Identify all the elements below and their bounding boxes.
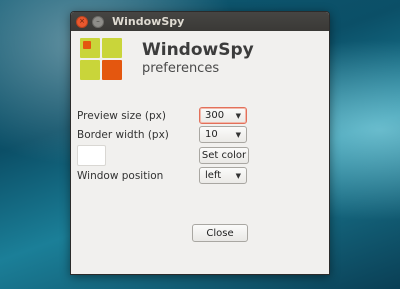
window-position-dropdown[interactable]: left ▼	[199, 167, 247, 184]
set-color-button[interactable]: Set color	[199, 147, 249, 164]
border-width-dropdown[interactable]: 10 ▼	[199, 126, 247, 143]
chevron-down-icon: ▼	[235, 171, 241, 180]
preview-size-label: Preview size (px)	[77, 110, 166, 122]
titlebar: × – WindowSpy	[71, 12, 329, 31]
preferences-window: × – WindowSpy WindowSpy preferences Prev…	[70, 11, 330, 275]
window-position-value: left	[205, 170, 222, 181]
border-width-value: 10	[205, 129, 218, 140]
close-window-icon[interactable]: ×	[76, 15, 88, 28]
app-logo-icon	[80, 38, 124, 82]
app-subtitle: preferences	[142, 61, 220, 76]
preview-size-value: 300	[205, 110, 225, 121]
window-position-label: Window position	[77, 170, 164, 182]
border-width-label: Border width (px)	[77, 129, 169, 141]
chevron-down-icon: ▼	[235, 130, 241, 139]
close-button[interactable]: Close	[192, 224, 248, 242]
chevron-down-icon: ▼	[235, 111, 241, 120]
minimize-window-icon[interactable]: –	[92, 15, 104, 28]
color-swatch	[77, 145, 106, 166]
window-title: WindowSpy	[112, 15, 185, 28]
app-name: WindowSpy	[142, 40, 254, 60]
preview-size-dropdown[interactable]: 300 ▼	[199, 107, 247, 124]
